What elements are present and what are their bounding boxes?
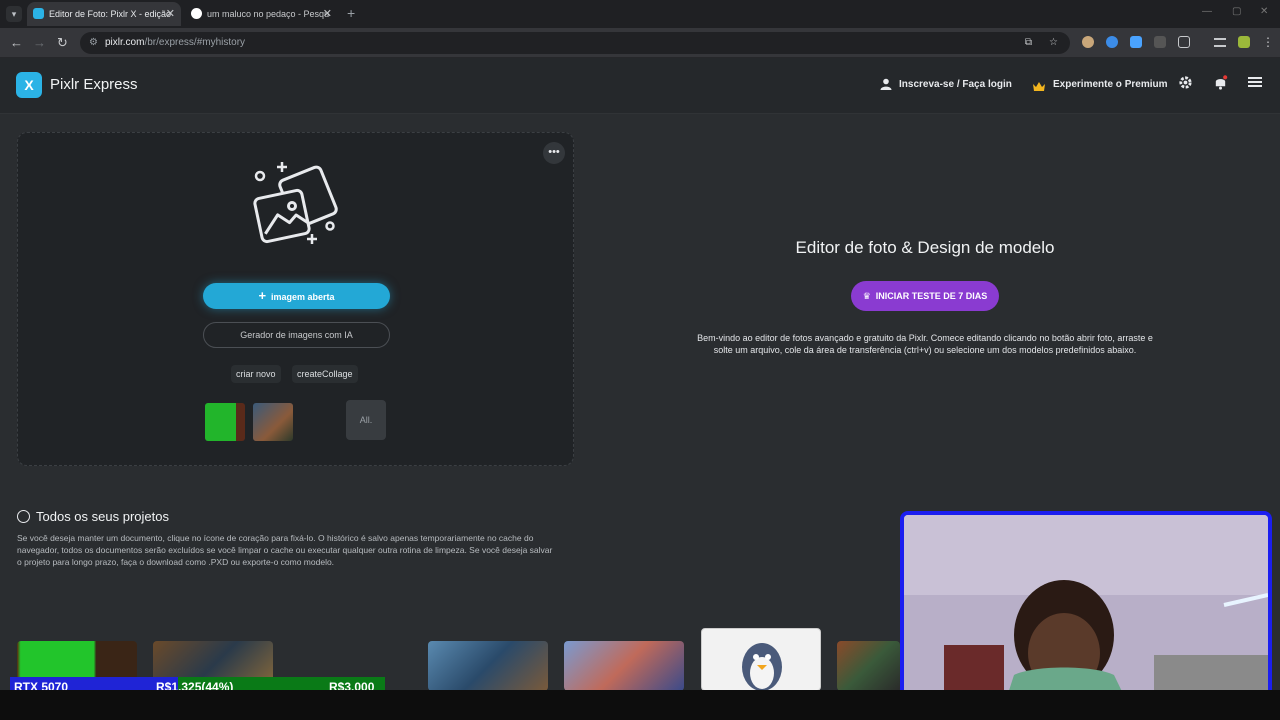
gear-icon[interactable] xyxy=(1178,75,1193,94)
bottom-strip xyxy=(0,690,1280,720)
url-path: /br/express/#myhistory xyxy=(144,37,246,48)
browser-tab-strip: ▾ Editor de Foto: Pixlr X - edição ✕ um … xyxy=(0,0,1280,28)
site-header: X Pixlr Express Inscreva-se / Faça login… xyxy=(0,58,1280,114)
tab-title: um maluco no pedaço - Pesqu xyxy=(207,9,330,19)
project-thumbnail[interactable] xyxy=(701,628,821,691)
profile-avatar[interactable] xyxy=(1238,36,1250,48)
penguin-icon xyxy=(742,643,782,690)
hero-description: Bem-vindo ao editor de fotos avançado e … xyxy=(697,333,1153,355)
user-icon xyxy=(880,78,892,93)
reload-icon[interactable]: ↻ xyxy=(57,35,68,51)
bell-icon[interactable] xyxy=(1213,75,1228,94)
tab-google-search[interactable]: um maluco no pedaço - Pesqu ✕ xyxy=(185,2,338,26)
clock-icon xyxy=(17,510,30,523)
bookmark-star-icon[interactable]: ☆ xyxy=(1049,32,1058,54)
reading-list-icon[interactable] xyxy=(1214,38,1226,47)
pixlr-favicon-icon xyxy=(33,8,44,19)
forward-arrow-icon[interactable]: → xyxy=(33,35,46,50)
back-arrow-icon[interactable]: ← xyxy=(10,35,23,50)
url-host: pixlr.com xyxy=(105,37,145,48)
crown-icon xyxy=(1032,79,1046,96)
create-collage-button[interactable]: createCollage xyxy=(292,365,358,383)
close-tab-icon[interactable]: ✕ xyxy=(166,2,175,26)
extension-icon[interactable] xyxy=(1082,36,1094,48)
ai-image-generator-button[interactable]: Gerador de imagens com IA xyxy=(203,322,390,348)
pixlr-logo-icon[interactable]: X xyxy=(16,72,42,98)
open-image-label: imagem aberta xyxy=(271,292,335,302)
start-trial-label: INICIAR TESTE DE 7 DIAS xyxy=(875,291,988,301)
webcam-overlay xyxy=(900,511,1272,710)
extension-icon[interactable] xyxy=(1106,36,1118,48)
pixlr-logo-text[interactable]: Pixlr Express xyxy=(50,76,138,93)
projects-description: Se você deseja manter um documento, cliq… xyxy=(17,533,553,567)
all-recent-button[interactable]: All. xyxy=(346,400,386,440)
extensions-puzzle-icon[interactable] xyxy=(1178,36,1190,48)
create-new-button[interactable]: criar novo xyxy=(231,365,281,383)
open-image-button[interactable]: + imagem aberta xyxy=(203,283,390,309)
menu-icon[interactable] xyxy=(1248,75,1262,93)
start-trial-button[interactable]: ♛ INICIAR TESTE DE 7 DIAS xyxy=(851,281,999,311)
close-tab-icon[interactable]: ✕ xyxy=(323,2,332,26)
login-link[interactable]: Inscreva-se / Faça login xyxy=(899,79,1012,90)
tab-title: Editor de Foto: Pixlr X - edição xyxy=(49,9,172,19)
open-image-card[interactable]: ••• + imagem aberta Gerador de imagens c… xyxy=(17,132,574,466)
extension-icon[interactable] xyxy=(1154,36,1166,48)
projects-heading: Todos os seus projetos xyxy=(17,509,169,524)
project-thumbnail[interactable] xyxy=(564,641,684,691)
images-illustration-icon xyxy=(248,158,348,253)
hero-title: Editor de foto & Design de modelo xyxy=(795,238,1055,257)
extension-icon[interactable] xyxy=(1130,36,1142,48)
more-options-button[interactable]: ••• xyxy=(543,142,565,164)
install-app-icon[interactable]: ⧉ xyxy=(1025,32,1032,54)
projects-title: Todos os seus projetos xyxy=(36,509,169,524)
maximize-button[interactable]: ▢ xyxy=(1232,6,1241,17)
recent-image-thumbnail[interactable] xyxy=(253,403,293,441)
new-tab-button[interactable]: + xyxy=(347,5,355,21)
pixlr-page: X Pixlr Express Inscreva-se / Faça login… xyxy=(0,58,1280,720)
close-window-button[interactable]: ✕ xyxy=(1260,6,1268,17)
site-info-icon[interactable]: ⚙ xyxy=(89,32,98,54)
project-thumbnail[interactable] xyxy=(428,641,548,691)
project-thumbnail[interactable] xyxy=(837,641,900,691)
plus-icon: + xyxy=(258,288,267,303)
premium-link[interactable]: Experimente o Premium xyxy=(1053,79,1167,90)
tab-search-icon[interactable]: ▾ xyxy=(6,6,22,22)
google-favicon-icon xyxy=(191,8,202,19)
address-bar[interactable]: ⚙ pixlr.com/br/express/#myhistory ⧉ ☆ xyxy=(80,32,1070,54)
browser-menu-icon[interactable]: ⋮ xyxy=(1262,35,1274,49)
crown-icon: ♛ xyxy=(862,291,871,301)
recent-image-thumbnail[interactable] xyxy=(205,403,245,441)
browser-toolbar: ← → ↻ ⚙ pixlr.com/br/express/#myhistory … xyxy=(0,28,1280,58)
tab-pixlr[interactable]: Editor de Foto: Pixlr X - edição ✕ xyxy=(27,2,181,26)
minimize-button[interactable]: — xyxy=(1202,6,1212,17)
